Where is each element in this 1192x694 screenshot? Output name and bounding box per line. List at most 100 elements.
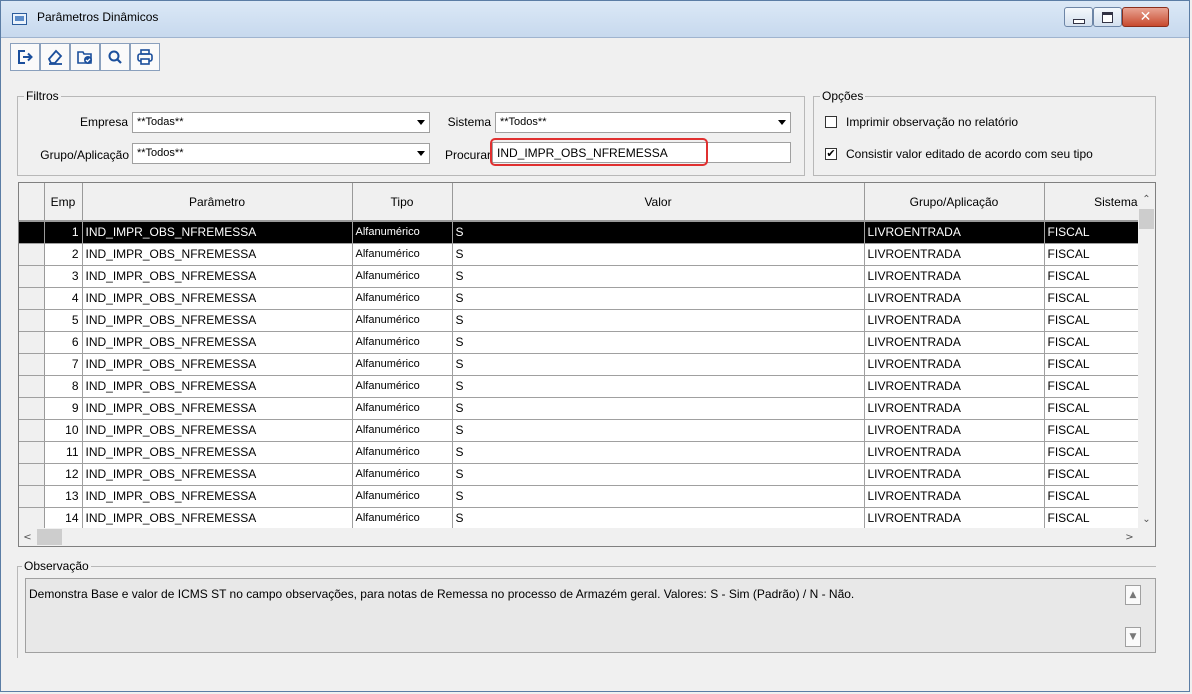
cell-tipo[interactable]: Alfanumérico bbox=[352, 463, 453, 486]
row-indicator[interactable] bbox=[19, 485, 45, 508]
cell-tipo[interactable]: Alfanumérico bbox=[352, 309, 453, 332]
cell-emp[interactable]: 8 bbox=[44, 375, 83, 398]
cell-valor[interactable]: S bbox=[452, 221, 865, 244]
cell-emp[interactable]: 6 bbox=[44, 331, 83, 354]
table-row[interactable]: 12 IND_IMPR_OBS_NFREMESSA Alfanumérico S LIV… bbox=[19, 463, 1145, 486]
title-bar[interactable]: Parâmetros Dinâmicos ✕ bbox=[1, 1, 1189, 38]
row-indicator[interactable] bbox=[19, 243, 45, 266]
cell-grupo[interactable]: LIVROENTRADA bbox=[864, 353, 1045, 376]
cell-tipo[interactable]: Alfanumérico bbox=[352, 221, 453, 244]
cell-sistema[interactable]: FISCAL bbox=[1044, 287, 1145, 310]
cell-grupo[interactable]: LIVROENTRADA bbox=[864, 375, 1045, 398]
column-header-tipo[interactable]: Tipo bbox=[352, 183, 453, 222]
table-row[interactable]: 6 IND_IMPR_OBS_NFREMESSA Alfanumérico S LIVR… bbox=[19, 331, 1145, 354]
cell-sistema[interactable]: FISCAL bbox=[1044, 265, 1145, 288]
cell-sistema[interactable]: FISCAL bbox=[1044, 507, 1145, 530]
table-row[interactable]: 10 IND_IMPR_OBS_NFREMESSA Alfanumérico S LIV… bbox=[19, 419, 1145, 442]
cell-grupo[interactable]: LIVROENTRADA bbox=[864, 419, 1045, 442]
table-row[interactable]: 13 IND_IMPR_OBS_NFREMESSA Alfanumérico S LIV… bbox=[19, 485, 1145, 508]
cell-grupo[interactable]: LIVROENTRADA bbox=[864, 309, 1045, 332]
cell-parametro[interactable]: IND_IMPR_OBS_NFREMESSA bbox=[82, 507, 353, 530]
cell-grupo[interactable]: LIVROENTRADA bbox=[864, 287, 1045, 310]
row-indicator[interactable] bbox=[19, 287, 45, 310]
cell-tipo[interactable]: Alfanumérico bbox=[352, 375, 453, 398]
cell-sistema[interactable]: FISCAL bbox=[1044, 463, 1145, 486]
cell-grupo[interactable]: LIVROENTRADA bbox=[864, 265, 1045, 288]
parameters-grid[interactable]: Emp Parâmetro Tipo Valor Grupo/Aplicação… bbox=[18, 182, 1156, 547]
cell-tipo[interactable]: Alfanumérico bbox=[352, 353, 453, 376]
row-indicator[interactable] bbox=[19, 331, 45, 354]
cell-parametro[interactable]: IND_IMPR_OBS_NFREMESSA bbox=[82, 485, 353, 508]
chevron-down-icon[interactable] bbox=[412, 144, 429, 163]
scroll-down-icon[interactable]: ⌄ bbox=[1138, 511, 1155, 528]
cell-parametro[interactable]: IND_IMPR_OBS_NFREMESSA bbox=[82, 221, 353, 244]
cell-sistema[interactable]: FISCAL bbox=[1044, 441, 1145, 464]
print-button[interactable] bbox=[130, 43, 160, 71]
cell-parametro[interactable]: IND_IMPR_OBS_NFREMESSA bbox=[82, 463, 353, 486]
cell-emp[interactable]: 1 bbox=[44, 221, 83, 244]
cell-parametro[interactable]: IND_IMPR_OBS_NFREMESSA bbox=[82, 441, 353, 464]
row-indicator[interactable] bbox=[19, 353, 45, 376]
cell-parametro[interactable]: IND_IMPR_OBS_NFREMESSA bbox=[82, 309, 353, 332]
cell-parametro[interactable]: IND_IMPR_OBS_NFREMESSA bbox=[82, 243, 353, 266]
cell-sistema[interactable]: FISCAL bbox=[1044, 353, 1145, 376]
close-button[interactable]: ✕ bbox=[1122, 7, 1169, 27]
chevron-down-icon[interactable] bbox=[773, 113, 790, 132]
table-row[interactable]: 14 IND_IMPR_OBS_NFREMESSA Alfanumérico S LIV… bbox=[19, 507, 1145, 530]
cell-grupo[interactable]: LIVROENTRADA bbox=[864, 221, 1045, 244]
cell-valor[interactable]: S bbox=[452, 397, 865, 420]
cell-emp[interactable]: 9 bbox=[44, 397, 83, 420]
row-indicator[interactable] bbox=[19, 419, 45, 442]
column-header-emp[interactable]: Emp bbox=[44, 183, 83, 222]
cell-tipo[interactable]: Alfanumérico bbox=[352, 331, 453, 354]
procurar-field[interactable] bbox=[492, 142, 791, 163]
cell-emp[interactable]: 5 bbox=[44, 309, 83, 332]
cell-parametro[interactable]: IND_IMPR_OBS_NFREMESSA bbox=[82, 287, 353, 310]
scroll-thumb[interactable] bbox=[37, 529, 62, 545]
cell-tipo[interactable]: Alfanumérico bbox=[352, 287, 453, 310]
cell-parametro[interactable]: IND_IMPR_OBS_NFREMESSA bbox=[82, 419, 353, 442]
column-header-grupo[interactable]: Grupo/Aplicação bbox=[864, 183, 1045, 222]
scroll-up-icon[interactable]: ▲ bbox=[1125, 585, 1141, 605]
sistema-select[interactable]: **Todos** bbox=[495, 112, 791, 133]
cell-grupo[interactable]: LIVROENTRADA bbox=[864, 485, 1045, 508]
cell-sistema[interactable]: FISCAL bbox=[1044, 419, 1145, 442]
cell-emp[interactable]: 12 bbox=[44, 463, 83, 486]
cell-emp[interactable]: 7 bbox=[44, 353, 83, 376]
cell-tipo[interactable]: Alfanumérico bbox=[352, 265, 453, 288]
validate-type-checkbox[interactable]: ✔ bbox=[825, 148, 837, 160]
cell-parametro[interactable]: IND_IMPR_OBS_NFREMESSA bbox=[82, 353, 353, 376]
grid-horizontal-scrollbar[interactable]: < > bbox=[19, 528, 1155, 546]
cell-valor[interactable]: S bbox=[452, 507, 865, 530]
cell-parametro[interactable]: IND_IMPR_OBS_NFREMESSA bbox=[82, 375, 353, 398]
cell-sistema[interactable]: FISCAL bbox=[1044, 221, 1145, 244]
row-indicator[interactable] bbox=[19, 309, 45, 332]
cell-sistema[interactable]: FISCAL bbox=[1044, 397, 1145, 420]
cell-valor[interactable]: S bbox=[452, 331, 865, 354]
cell-valor[interactable]: S bbox=[452, 375, 865, 398]
grid-vertical-scrollbar[interactable]: ⌃ ⌄ bbox=[1138, 183, 1155, 528]
cell-emp[interactable]: 13 bbox=[44, 485, 83, 508]
validate-type-label[interactable]: Consistir valor editado de acordo com se… bbox=[846, 147, 1093, 161]
cell-tipo[interactable]: Alfanumérico bbox=[352, 419, 453, 442]
cell-emp[interactable]: 10 bbox=[44, 419, 83, 442]
minimize-button[interactable] bbox=[1064, 7, 1093, 27]
row-indicator[interactable] bbox=[19, 441, 45, 464]
cell-tipo[interactable]: Alfanumérico bbox=[352, 485, 453, 508]
cell-valor[interactable]: S bbox=[452, 287, 865, 310]
cell-emp[interactable]: 4 bbox=[44, 287, 83, 310]
cell-tipo[interactable]: Alfanumérico bbox=[352, 243, 453, 266]
table-row[interactable]: 5 IND_IMPR_OBS_NFREMESSA Alfanumérico S LIVR… bbox=[19, 309, 1145, 332]
cell-tipo[interactable]: Alfanumérico bbox=[352, 397, 453, 420]
scroll-thumb[interactable] bbox=[1139, 209, 1154, 229]
row-indicator[interactable] bbox=[19, 221, 45, 244]
table-row[interactable]: 7 IND_IMPR_OBS_NFREMESSA Alfanumérico S LIVR… bbox=[19, 353, 1145, 376]
cell-valor[interactable]: S bbox=[452, 243, 865, 266]
cell-grupo[interactable]: LIVROENTRADA bbox=[864, 441, 1045, 464]
cell-sistema[interactable]: FISCAL bbox=[1044, 331, 1145, 354]
row-indicator[interactable] bbox=[19, 463, 45, 486]
cell-emp[interactable]: 14 bbox=[44, 507, 83, 530]
row-indicator[interactable] bbox=[19, 375, 45, 398]
table-row[interactable]: 3 IND_IMPR_OBS_NFREMESSA Alfanumérico S LIVR… bbox=[19, 265, 1145, 288]
cell-tipo[interactable]: Alfanumérico bbox=[352, 507, 453, 530]
